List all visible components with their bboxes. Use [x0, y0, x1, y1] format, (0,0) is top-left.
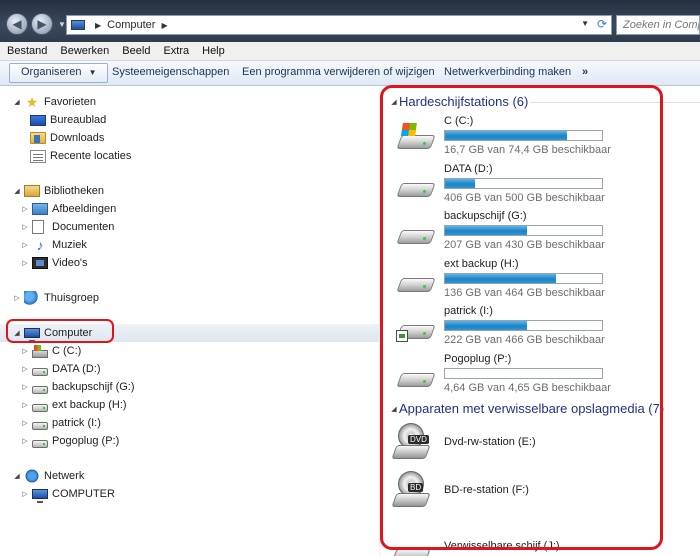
- menu-tools[interactable]: Extra: [156, 45, 195, 57]
- command-bar: Organiseren ▼ Systeemeigenschappen Een p…: [0, 61, 700, 86]
- nav-item-videos[interactable]: ▷ Video's: [20, 254, 88, 272]
- recent-places-icon: [30, 149, 46, 163]
- collapsed-arrow-icon[interactable]: ▷: [20, 383, 30, 391]
- pictures-icon: [32, 203, 48, 215]
- breadcrumb-chevron-icon[interactable]: ▶: [95, 21, 101, 30]
- organize-button[interactable]: Organiseren ▼: [9, 63, 108, 83]
- nav-item-desktop[interactable]: Bureaublad: [28, 111, 106, 129]
- hard-drive-icon: [32, 404, 48, 412]
- nav-item-network-computer[interactable]: ▷ COMPUTER: [20, 485, 115, 503]
- back-arrow-icon: ◀: [12, 17, 22, 31]
- network-drive-icon: [32, 422, 48, 430]
- menu-edit[interactable]: Bewerken: [53, 45, 115, 57]
- navigation-pane: ◢ ★ Favorieten Bureaublad Downloads Rece…: [0, 87, 380, 556]
- collapsed-arrow-icon[interactable]: ▷: [20, 223, 30, 231]
- music-icon: ♪: [36, 237, 44, 253]
- history-dropdown-icon[interactable]: ▼: [58, 20, 66, 29]
- hard-drive-icon: [32, 440, 48, 448]
- libraries-icon: [24, 185, 40, 197]
- forward-button[interactable]: ▶: [31, 13, 53, 35]
- nav-item-documents[interactable]: ▷ Documenten: [20, 218, 114, 236]
- expanded-arrow-icon[interactable]: ◢: [12, 472, 22, 480]
- nav-item-drive-p[interactable]: ▷ Pogoplug (P:): [20, 432, 119, 450]
- title-bar: ◀ ▶ ▼ ▶ Computer ▶ ▼ ⟳ Zoeken in Compute…: [0, 0, 700, 42]
- nav-item-drive-g[interactable]: ▷ backupschijf (G:): [20, 378, 135, 396]
- nav-item-music[interactable]: ▷ ♪ Muziek: [20, 236, 87, 254]
- network-icon: [24, 469, 40, 483]
- collapsed-arrow-icon[interactable]: ▷: [20, 259, 30, 267]
- documents-icon: [32, 220, 44, 234]
- menu-view[interactable]: Beeld: [115, 45, 156, 57]
- nav-item-pictures[interactable]: ▷ Afbeeldingen: [20, 200, 116, 218]
- collapsed-arrow-icon[interactable]: ▷: [20, 241, 30, 249]
- menu-bar: Bestand Bewerken Beeld Extra Help: [0, 42, 700, 61]
- chevron-down-icon: ▼: [88, 68, 97, 77]
- nav-item-drive-i[interactable]: ▷ patrick (I:): [20, 414, 101, 432]
- expanded-arrow-icon[interactable]: ◢: [12, 187, 22, 195]
- nav-item-recent[interactable]: Recente locaties: [28, 147, 131, 165]
- collapsed-arrow-icon[interactable]: ▷: [20, 205, 30, 213]
- star-icon: ★: [25, 94, 39, 110]
- computer-icon: [32, 489, 48, 503]
- more-commands-button[interactable]: »: [582, 66, 588, 78]
- menu-help[interactable]: Help: [195, 45, 231, 57]
- nav-item-drive-c[interactable]: ▷ C (C:): [20, 342, 81, 360]
- nav-item-drive-h[interactable]: ▷ ext backup (H:): [20, 396, 127, 414]
- nav-libraries[interactable]: ◢ Bibliotheken: [12, 182, 104, 200]
- windows-drive-icon: [32, 345, 48, 358]
- nav-network[interactable]: ◢ Netwerk: [12, 467, 84, 485]
- nav-item-downloads[interactable]: Downloads: [28, 129, 104, 147]
- computer-icon: [71, 20, 85, 30]
- address-dropdown-icon[interactable]: ▼: [581, 19, 589, 28]
- homegroup-icon: [24, 291, 40, 305]
- red-annotation-outline: [6, 319, 114, 343]
- expanded-arrow-icon[interactable]: ◢: [12, 98, 22, 106]
- collapsed-arrow-icon[interactable]: ▷: [20, 401, 30, 409]
- hard-drive-icon: [32, 368, 48, 376]
- collapsed-arrow-icon[interactable]: ▷: [20, 437, 30, 445]
- videos-icon: [32, 257, 48, 269]
- collapsed-arrow-icon[interactable]: ▷: [20, 490, 30, 498]
- nav-homegroup[interactable]: ▷ Thuisgroep: [12, 289, 99, 307]
- back-button[interactable]: ◀: [6, 13, 28, 35]
- refresh-icon[interactable]: ⟳: [597, 17, 607, 31]
- search-input[interactable]: Zoeken in Computer: [616, 15, 700, 35]
- forward-arrow-icon: ▶: [37, 17, 47, 31]
- collapsed-arrow-icon[interactable]: ▷: [20, 347, 30, 355]
- breadcrumb-computer[interactable]: Computer: [107, 19, 155, 31]
- collapsed-arrow-icon[interactable]: ▷: [20, 419, 30, 427]
- map-network-drive-button[interactable]: Netwerkverbinding maken: [444, 66, 571, 78]
- hard-drive-icon: [32, 386, 48, 394]
- desktop-icon: [30, 114, 46, 126]
- address-bar[interactable]: ▶ Computer ▶ ▼ ⟳: [66, 15, 612, 35]
- nav-item-drive-d[interactable]: ▷ DATA (D:): [20, 360, 100, 378]
- nav-favorites[interactable]: ◢ ★ Favorieten: [12, 93, 96, 111]
- uninstall-program-button[interactable]: Een programma verwijderen of wijzigen: [242, 66, 435, 78]
- collapsed-arrow-icon[interactable]: ▷: [20, 365, 30, 373]
- downloads-folder-icon: [30, 132, 46, 144]
- breadcrumb-chevron-icon[interactable]: ▶: [161, 21, 167, 30]
- red-annotation-outline: [380, 85, 663, 550]
- organize-label: Organiseren: [21, 66, 82, 78]
- system-properties-button[interactable]: Systeemeigenschappen: [112, 66, 229, 78]
- menu-file[interactable]: Bestand: [0, 45, 53, 57]
- collapsed-arrow-icon[interactable]: ▷: [12, 294, 22, 302]
